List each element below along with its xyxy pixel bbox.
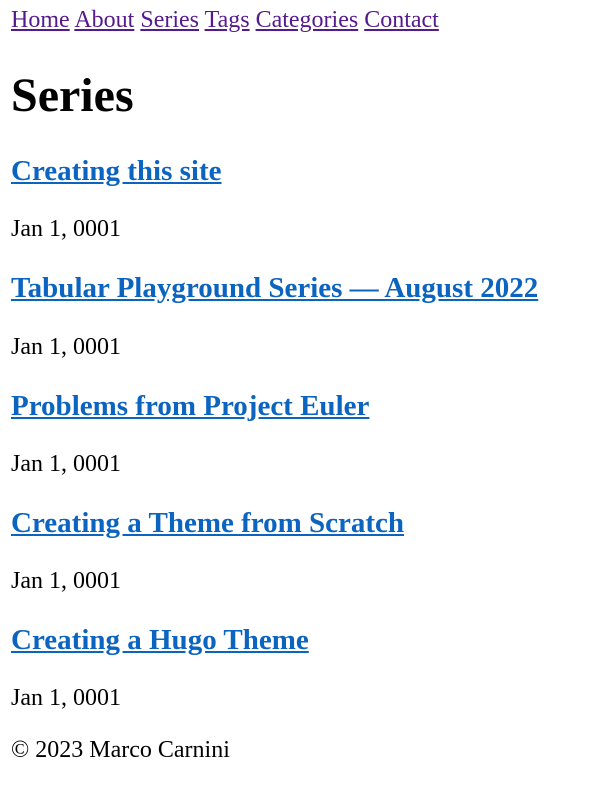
post-link-creating-this-site[interactable]: Creating this site [11, 155, 222, 187]
post-date-2: Jan 1, 0001 [11, 451, 121, 477]
nav-link-about[interactable]: About [74, 7, 134, 33]
post-date-1: Jan 1, 0001 [11, 334, 121, 360]
nav-link-tags[interactable]: Tags [205, 7, 250, 33]
post-title-0: Creating this site [11, 155, 222, 187]
post-date-4: Jan 1, 0001 [11, 685, 121, 711]
nav-link-series[interactable]: Series [140, 7, 199, 33]
nav-link-home[interactable]: Home [11, 7, 70, 33]
post-link-tabular-playground[interactable]: Tabular Playground Series — August 2022 [11, 272, 538, 304]
post-date-0: Jan 1, 0001 [11, 216, 121, 242]
post-title-1: Tabular Playground Series — August 2022 [11, 272, 538, 304]
post-title-4: Creating a Hugo Theme [11, 624, 309, 656]
post-date-3: Jan 1, 0001 [11, 568, 121, 594]
nav-link-categories[interactable]: Categories [256, 7, 359, 33]
post-link-hugo-theme[interactable]: Creating a Hugo Theme [11, 624, 309, 656]
top-nav: Home About Series Tags Categories Contac… [11, 6, 439, 34]
post-title-3: Creating a Theme from Scratch [11, 507, 404, 539]
post-link-theme-from-scratch[interactable]: Creating a Theme from Scratch [11, 507, 404, 539]
post-title-2: Problems from Project Euler [11, 390, 369, 422]
nav-link-contact[interactable]: Contact [364, 7, 439, 33]
post-link-project-euler[interactable]: Problems from Project Euler [11, 390, 369, 422]
footer-copyright: © 2023 Marco Carnini [11, 737, 230, 763]
page-title: Series [11, 69, 134, 122]
